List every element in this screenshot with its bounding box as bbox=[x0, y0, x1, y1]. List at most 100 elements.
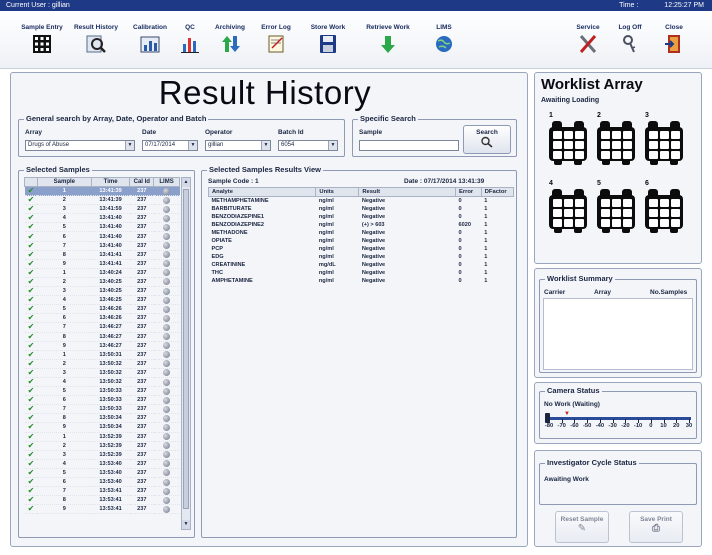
sample-row[interactable]: ✔ 4 13:50:32 237 bbox=[24, 377, 180, 388]
sample-row[interactable]: ✔ 1 13:52:39 237 bbox=[24, 432, 180, 442]
check-icon: ✔ bbox=[27, 186, 35, 196]
batch-select[interactable]: 6054 ▼ bbox=[278, 140, 338, 151]
scroll-down-icon[interactable]: ▼ bbox=[182, 520, 190, 529]
scroll-up-icon[interactable]: ▲ bbox=[182, 178, 190, 187]
save-print-button[interactable]: Save Print ⎙ bbox=[629, 511, 683, 543]
sample-row[interactable]: ✔ 1 13:50:31 237 bbox=[24, 350, 180, 360]
result-history-button[interactable]: Result History bbox=[66, 24, 126, 54]
sample-search-input[interactable] bbox=[359, 140, 459, 151]
lims-status-icon bbox=[163, 251, 171, 259]
store-work-button[interactable]: Store Work bbox=[298, 24, 358, 54]
samples-scrollbar[interactable]: ▲ ▼ bbox=[181, 177, 191, 530]
worklist-summary-list[interactable] bbox=[543, 298, 693, 370]
col-lims[interactable]: LIMS bbox=[153, 177, 180, 187]
sample-row[interactable]: ✔ 7 13:50:33 237 bbox=[24, 404, 180, 415]
sample-cell: 13:53:40 bbox=[91, 477, 130, 488]
lims-status-icon bbox=[163, 233, 171, 241]
sample-row[interactable]: ✔ 7 13:53:41 237 bbox=[24, 486, 180, 497]
sample-row[interactable]: ✔ 5 13:41:40 237 bbox=[24, 222, 180, 233]
sample-row[interactable]: ✔ 1 13:41:39 237 bbox=[24, 186, 180, 197]
sample-row[interactable]: ✔ 9 13:46:27 237 bbox=[24, 341, 180, 351]
reset-sample-button[interactable]: Reset Sample ✎ bbox=[555, 511, 609, 543]
col-error[interactable]: Error bbox=[454, 187, 482, 197]
sample-row[interactable]: ✔ 2 13:52:39 237 bbox=[24, 441, 180, 451]
col-time[interactable]: Time bbox=[90, 177, 131, 187]
sample-cell: 13:50:33 bbox=[91, 395, 130, 406]
sample-cell: 237 bbox=[129, 204, 154, 215]
sample-row[interactable]: ✔ 8 13:53:41 237 bbox=[24, 495, 180, 506]
col-analyte[interactable]: Analyte bbox=[207, 187, 317, 197]
col-sample[interactable]: Sample bbox=[36, 177, 92, 187]
result-row[interactable]: AMPHETAMINE ng/ml Negative 0 1 bbox=[209, 277, 514, 285]
check-icon: ✔ bbox=[27, 213, 35, 223]
sample-row[interactable]: ✔ 2 13:41:39 237 bbox=[24, 195, 180, 206]
sample-cell: 237 bbox=[129, 313, 154, 324]
sample-row[interactable]: ✔ 8 13:46:27 237 bbox=[24, 332, 180, 342]
sample-row[interactable]: ✔ 6 13:50:33 237 bbox=[24, 395, 180, 406]
array-select[interactable]: Drugs of Abuse ▼ bbox=[25, 140, 135, 151]
col-cal-id[interactable]: Cal Id bbox=[129, 177, 155, 187]
result-row[interactable]: BENZODIAZEPINE1 ng/ml Negative 0 1 bbox=[209, 213, 514, 221]
sample-row[interactable]: ✔ 9 13:41:41 237 bbox=[24, 259, 180, 269]
sample-row[interactable]: ✔ 5 13:50:33 237 bbox=[24, 386, 180, 397]
array-tray-icon[interactable] bbox=[643, 121, 685, 165]
sample-row[interactable]: ✔ 6 13:41:40 237 bbox=[24, 231, 180, 242]
date-select[interactable]: 07/17/2014 ▼ bbox=[142, 140, 198, 151]
sample-entry-button[interactable]: Sample Entry bbox=[12, 24, 72, 54]
exit-door-icon bbox=[665, 35, 680, 53]
col-units[interactable]: Units bbox=[315, 187, 360, 197]
search-button[interactable]: Search bbox=[463, 125, 511, 154]
sample-row[interactable]: ✔ 2 13:50:32 237 bbox=[24, 359, 180, 369]
lims-button[interactable]: LIMS bbox=[414, 24, 474, 54]
sample-row[interactable]: ✔ 5 13:53:40 237 bbox=[24, 468, 180, 479]
result-cell: 0 bbox=[458, 229, 462, 236]
sample-row[interactable]: ✔ 1 13:40:24 237 bbox=[24, 268, 180, 278]
sample-row[interactable]: ✔ 9 13:53:41 237 bbox=[24, 504, 180, 515]
sample-row[interactable]: ✔ 7 13:46:27 237 bbox=[24, 322, 180, 333]
result-row[interactable]: CREATININE mg/dL Negative 0 1 bbox=[209, 261, 514, 269]
sample-row[interactable]: ✔ 6 13:53:40 237 bbox=[24, 477, 180, 488]
sample-cell: 13:46:27 bbox=[91, 322, 130, 333]
sample-row[interactable]: ✔ 4 13:46:25 237 bbox=[24, 295, 180, 306]
sample-row[interactable]: ✔ 4 13:41:40 237 bbox=[24, 213, 180, 224]
result-row[interactable]: OPIATE ng/ml Negative 0 1 bbox=[209, 237, 514, 245]
sample-row[interactable]: ✔ 2 13:40:25 237 bbox=[24, 277, 180, 288]
result-cell: 1 bbox=[484, 278, 488, 285]
sample-cell: 1 bbox=[37, 186, 92, 197]
result-row[interactable]: METHADONE ng/ml Negative 0 1 bbox=[209, 229, 514, 237]
close-button[interactable]: Close bbox=[644, 24, 704, 54]
col-dfactor[interactable]: DFactor bbox=[480, 187, 515, 197]
array-tray-icon[interactable] bbox=[595, 121, 637, 165]
lims-status-icon bbox=[163, 378, 171, 386]
result-row[interactable]: BARBITURATE ng/ml Negative 0 1 bbox=[209, 205, 514, 213]
sample-row[interactable]: ✔ 3 13:52:39 237 bbox=[24, 450, 180, 460]
sample-row[interactable]: ✔ 6 13:46:26 237 bbox=[24, 313, 180, 324]
array-tray-icon[interactable] bbox=[595, 189, 637, 233]
sample-row[interactable]: ✔ 3 13:40:25 237 bbox=[24, 286, 180, 297]
result-row[interactable]: METHAMPHETAMINE ng/ml Negative 0 1 bbox=[209, 197, 514, 205]
sample-row[interactable]: ✔ 3 13:41:59 237 bbox=[24, 204, 180, 215]
sample-cell: 237 bbox=[129, 477, 154, 488]
array-tray-icon[interactable] bbox=[547, 189, 589, 233]
sample-row[interactable]: ✔ 4 13:53:40 237 bbox=[24, 459, 180, 469]
sample-row[interactable]: ✔ 5 13:46:26 237 bbox=[24, 304, 180, 315]
sample-row[interactable]: ✔ 9 13:50:34 237 bbox=[24, 422, 180, 433]
error-log-button[interactable]: Error Log bbox=[246, 24, 306, 54]
result-row[interactable]: PCP ng/ml Negative 0 1 bbox=[209, 245, 514, 253]
sample-cell: 13:50:34 bbox=[91, 422, 130, 433]
result-row[interactable]: BENZODIAZEPINE2 ng/ml (+) > 603 6020 1 bbox=[209, 221, 514, 229]
sample-row[interactable]: ✔ 8 13:50:34 237 bbox=[24, 413, 180, 424]
col-result[interactable]: Result bbox=[358, 187, 456, 197]
scroll-thumb[interactable] bbox=[183, 189, 189, 509]
result-row[interactable]: EDG ng/ml Negative 0 1 bbox=[209, 253, 514, 261]
result-row[interactable]: THC ng/ml Negative 0 1 bbox=[209, 269, 514, 277]
sample-row[interactable]: ✔ 8 13:41:41 237 bbox=[24, 249, 180, 260]
sample-row[interactable]: ✔ 3 13:50:32 237 bbox=[24, 368, 180, 378]
sample-row[interactable]: ✔ 7 13:41:40 237 bbox=[24, 241, 180, 251]
array-tray-icon[interactable] bbox=[643, 189, 685, 233]
check-icon: ✔ bbox=[27, 249, 35, 259]
retrieve-work-button[interactable]: Retrieve Work bbox=[358, 24, 418, 54]
array-tray-icon[interactable] bbox=[547, 121, 589, 165]
operator-select[interactable]: gillian ▼ bbox=[205, 140, 271, 151]
lims-status-icon bbox=[163, 314, 171, 322]
